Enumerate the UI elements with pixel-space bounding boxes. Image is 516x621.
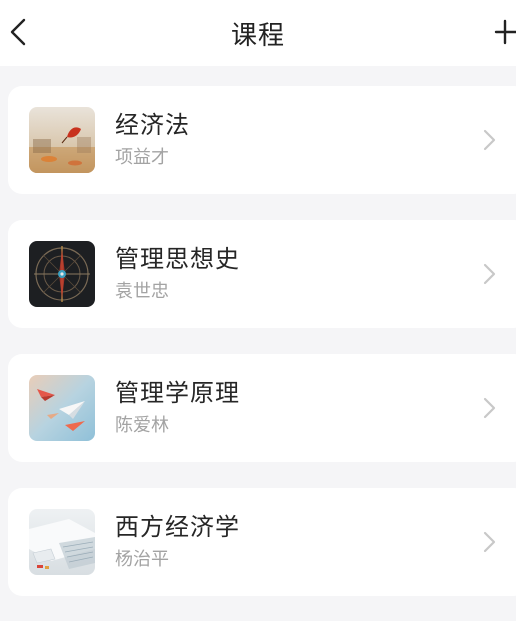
keyboard-papers-image — [29, 509, 95, 575]
course-card[interactable]: 管理思想史 袁世忠 — [8, 220, 516, 328]
chevron-left-icon — [10, 18, 26, 46]
teacher-name: 陈爱林 — [115, 415, 169, 436]
course-card[interactable]: 管理学原理 陈爱林 — [8, 354, 516, 462]
back-button[interactable] — [4, 12, 32, 52]
course-thumbnail — [29, 509, 95, 575]
course-name: 管理思想史 — [115, 245, 240, 273]
chevron-right-icon — [483, 263, 496, 285]
teacher-name: 项益才 — [115, 147, 169, 168]
paper-planes-image — [29, 375, 95, 441]
course-thumbnail — [29, 375, 95, 441]
chevron-right-icon — [483, 397, 496, 419]
page-title: 课程 — [230, 20, 285, 51]
course-thumbnail — [29, 241, 95, 307]
add-course-button[interactable] — [492, 14, 516, 50]
chevron-right-icon — [483, 531, 496, 553]
course-list: 经济法 项益才 管理思想史 袁世忠 管理学原理 陈爱林 西方经济学 杨治平 — [0, 66, 516, 596]
autumn-leaf-image — [29, 107, 95, 173]
course-name: 西方经济学 — [115, 513, 240, 541]
course-name: 管理学原理 — [115, 379, 240, 407]
course-card[interactable]: 经济法 项益才 — [8, 86, 516, 194]
course-name: 经济法 — [115, 111, 190, 139]
nav-bar: 课程 — [0, 0, 516, 66]
course-card[interactable]: 西方经济学 杨治平 — [8, 488, 516, 596]
teacher-name: 杨治平 — [115, 549, 169, 570]
course-thumbnail — [29, 107, 95, 173]
chevron-right-icon — [483, 129, 496, 151]
compass-dial-image — [29, 241, 95, 307]
teacher-name: 袁世忠 — [115, 281, 169, 302]
plus-icon — [494, 19, 516, 45]
